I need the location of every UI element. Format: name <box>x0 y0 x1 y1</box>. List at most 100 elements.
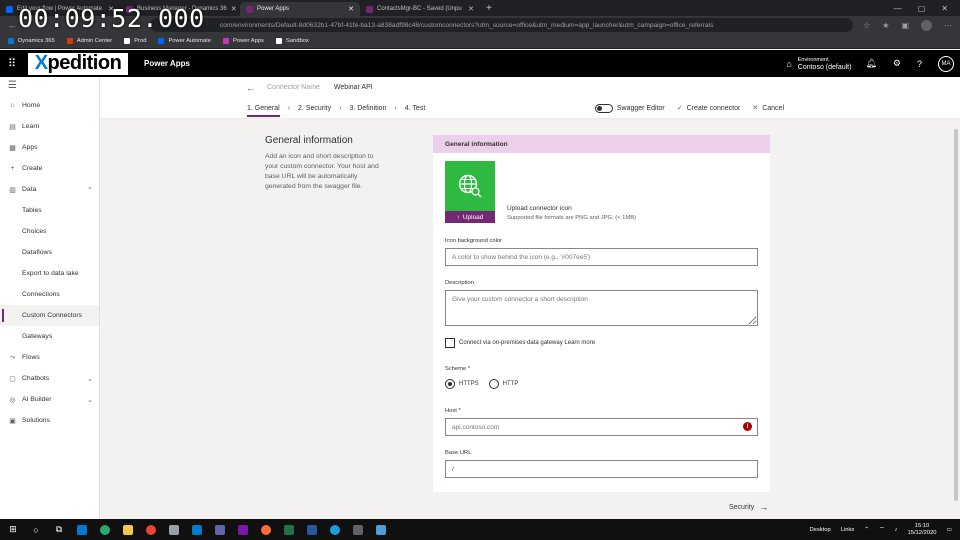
avatar[interactable]: MA <box>938 55 954 72</box>
sidebar-item-export-to-data-lake[interactable]: Export to data lake <box>0 263 99 284</box>
help-icon[interactable]: ? <box>917 59 922 69</box>
close-window-icon[interactable]: ✕ <box>941 4 948 13</box>
bell-icon[interactable]: 🔔︎ <box>865 58 876 69</box>
sidebar-item-ai-builder[interactable]: ◎ AI Builder ⌄ <box>0 389 99 410</box>
collections-icon[interactable]: ▣ <box>901 21 909 30</box>
windows-start-icon[interactable]: ⊞ <box>6 523 20 537</box>
host-label: Host * <box>445 408 461 414</box>
extensions-icon[interactable]: ★ <box>882 21 889 30</box>
icon-color-input[interactable] <box>445 248 758 266</box>
close-tab-icon[interactable]: ✕ <box>344 5 354 13</box>
sidebar-item-apps[interactable]: ▦ Apps <box>0 137 99 158</box>
maximize-icon[interactable]: ▢ <box>918 4 926 13</box>
wizard-step[interactable]: 2. Security <box>298 98 331 118</box>
teams-icon[interactable] <box>213 523 227 537</box>
new-tab-button[interactable]: + <box>486 3 492 14</box>
environment-label: Environment <box>797 56 829 63</box>
excel-icon[interactable] <box>282 523 296 537</box>
xpedition-logo[interactable]: Xpedition <box>28 52 128 75</box>
swagger-editor-toggle[interactable]: Swagger Editor <box>594 103 665 113</box>
close-icon: ✕ <box>752 105 759 112</box>
scheme-http-radio[interactable]: HTTP <box>488 379 518 389</box>
sidebar-item-flows[interactable]: ⤳ Flows <box>0 347 99 368</box>
sidebar-item-create[interactable]: + Create <box>0 158 99 179</box>
next-security-link[interactable]: Security → <box>729 502 768 512</box>
sidebar-item-tables[interactable]: Tables <box>0 200 99 221</box>
wizard-bar: 1. General › 2. Security › 3. Definition › 4. … <box>100 98 960 119</box>
browser-tab[interactable]: Power Apps ✕ <box>240 2 360 16</box>
bookmark-item[interactable]: Dynamics 365 <box>8 38 55 44</box>
wizard-step[interactable]: 1. General <box>247 98 280 118</box>
chevron-icon[interactable]: ⌄ <box>87 396 93 404</box>
more-icon[interactable]: ⋯ <box>944 21 952 30</box>
chevron-icon[interactable]: ⌃ <box>87 186 93 194</box>
edge-icon[interactable] <box>98 523 112 537</box>
tray-chevron-icon[interactable]: ⌃ <box>864 527 869 533</box>
notification-icon[interactable]: ▭ <box>947 527 952 533</box>
desktop-toolbar[interactable]: Desktop <box>809 527 830 533</box>
system-clock[interactable]: 15:10 15/12/2020 <box>908 523 937 537</box>
close-tab-icon[interactable]: ✕ <box>464 5 474 13</box>
hamburger-icon[interactable]: ☰ <box>0 77 99 95</box>
sidebar-item-choices[interactable]: Choices <box>0 221 99 242</box>
sidebar-item-chatbots[interactable]: ▢ Chatbots ⌄ <box>0 368 99 389</box>
host-input[interactable] <box>445 418 758 436</box>
cancel-button[interactable]: ✕ Cancel <box>752 104 784 113</box>
description-textarea[interactable] <box>445 290 758 326</box>
url-field[interactable]: com/environments/Default-8d0632b1-47bf-4… <box>150 18 854 32</box>
chrome-icon[interactable] <box>144 523 158 537</box>
upload-button[interactable]: ↑ Upload <box>445 211 495 223</box>
base-url-label: Base URL <box>445 450 472 456</box>
sidebar-item-dataflows[interactable]: Dataflows <box>0 242 99 263</box>
bookmark-item[interactable]: Admin Center <box>66 38 112 44</box>
gear-icon[interactable]: ⚙ <box>893 58 901 69</box>
bookmark-item[interactable]: Prod <box>124 38 146 44</box>
task-view-icon[interactable]: ⧉ <box>52 523 66 537</box>
scheme-https-radio[interactable]: HTTPS <box>445 379 479 389</box>
search-icon[interactable]: ○ <box>29 523 43 537</box>
wizard-step[interactable]: 4. Test <box>405 98 426 118</box>
edge-active-icon[interactable] <box>328 523 342 537</box>
sidebar-item-connections[interactable]: Connections <box>0 284 99 305</box>
bookmark-item[interactable]: Sandbox <box>275 38 309 44</box>
sidebar-item-solutions[interactable]: ▣ Solutions <box>0 410 99 431</box>
connector-name-value[interactable]: Webinar API <box>334 84 373 91</box>
wizard-step[interactable]: 3. Definition <box>349 98 386 118</box>
general-info-title: General information <box>265 135 353 146</box>
sidebar-item-learn[interactable]: ▤ Learn <box>0 116 99 137</box>
file-explorer-icon[interactable] <box>121 523 135 537</box>
star-icon[interactable]: ☆ <box>863 21 870 30</box>
outlook-icon[interactable] <box>75 523 89 537</box>
sidebar-item-data[interactable]: ▥ Data ⌃ <box>0 179 99 200</box>
sidebar-item-gateways[interactable]: Gateways <box>0 326 99 347</box>
vscode-icon[interactable] <box>190 523 204 537</box>
content-scrollbar[interactable] <box>952 119 960 519</box>
bookmark-item[interactable]: Power Automate <box>158 38 211 44</box>
snip-icon[interactable] <box>351 523 365 537</box>
close-tab-icon[interactable]: ✕ <box>227 5 237 13</box>
bookmark-item[interactable]: Power Apps <box>222 38 264 44</box>
photos-icon[interactable] <box>167 523 181 537</box>
back-arrow-icon[interactable]: ← <box>246 83 255 93</box>
sidebar-item-label: Custom Connectors <box>22 312 83 319</box>
sidebar-item-home[interactable]: ⌂ Home <box>0 95 99 116</box>
solutions-icon: ▣ <box>9 417 16 425</box>
base-url-input[interactable] <box>445 460 758 478</box>
app-launcher-icon[interactable]: ⠿ <box>0 57 24 70</box>
postman-icon[interactable] <box>259 523 273 537</box>
word-icon[interactable] <box>305 523 319 537</box>
sidebar-item-custom-connectors[interactable]: Custom Connectors <box>0 305 99 326</box>
environment-picker[interactable]: ⌂ Environment Contoso (default) <box>786 57 851 71</box>
browser-tab[interactable]: ContactsMgr-BC - Saved (Unpu ✕ <box>360 2 480 16</box>
minimize-icon[interactable]: — <box>894 4 902 13</box>
gateway-checkbox[interactable] <box>445 338 455 348</box>
sidebar-item-label: Create <box>22 165 43 172</box>
chevron-icon[interactable]: ⌄ <box>87 375 93 383</box>
create-connector-button[interactable]: ✓ Create connector <box>677 104 741 113</box>
app-name[interactable]: Power Apps <box>144 59 190 68</box>
profile-icon[interactable] <box>921 19 932 31</box>
onenote-icon[interactable] <box>236 523 250 537</box>
app-icon[interactable] <box>374 523 388 537</box>
links-toolbar[interactable]: Links <box>841 527 855 533</box>
gateway-checkbox-row[interactable]: Connect via on-premises data gateway Lea… <box>445 338 595 348</box>
